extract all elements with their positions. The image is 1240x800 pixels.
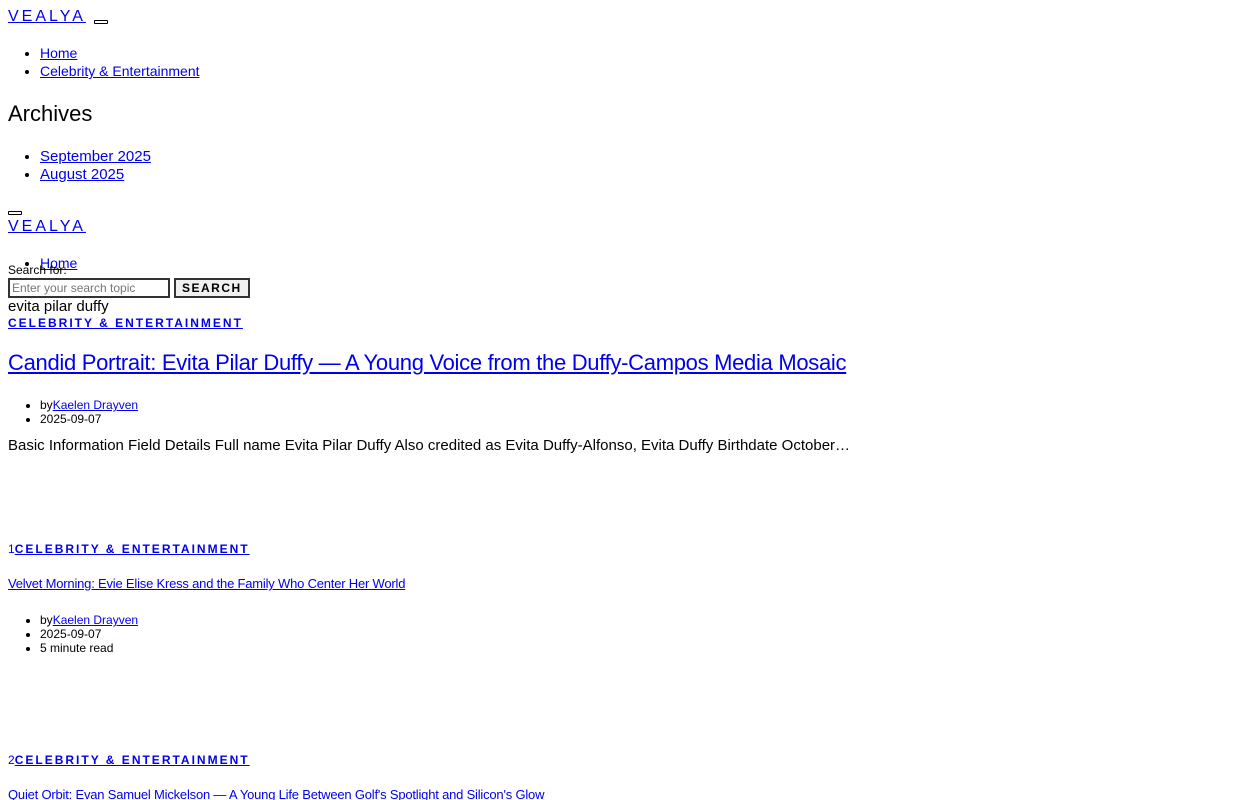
- nav-link-home[interactable]: Home: [40, 45, 77, 61]
- hero-title-link[interactable]: Candid Portrait: Evita Pilar Duffy — A Y…: [8, 350, 847, 375]
- post-1-author-link[interactable]: Kaelen Drayven: [53, 613, 138, 627]
- hero-image-broken[interactable]: evita pilar duffy: [8, 298, 109, 316]
- hero-meta: byKaelen Drayven 2025-09-07: [0, 398, 138, 426]
- post-1-title-link[interactable]: Velvet Morning: Evie Elise Kress and the…: [8, 576, 405, 592]
- hero-category-link[interactable]: CELEBRITY & ENTERTAINMENT: [8, 316, 243, 330]
- post-1-header: 1CELEBRITY & ENTERTAINMENT: [8, 540, 250, 558]
- nav-item-home: Home: [40, 44, 200, 62]
- archives-heading: Archives: [8, 101, 93, 126]
- main-nav: Home Celebrity & Entertainment: [0, 44, 200, 80]
- search-button[interactable]: SEARCH: [174, 278, 250, 298]
- post-number: 2: [8, 753, 15, 767]
- by-label: by: [40, 398, 53, 412]
- menu-toggle-button[interactable]: [94, 20, 108, 24]
- post-1-category-link[interactable]: CELEBRITY & ENTERTAINMENT: [15, 542, 250, 556]
- post-2-header: 2CELEBRITY & ENTERTAINMENT: [8, 751, 250, 769]
- archive-item: September 2025: [40, 148, 151, 166]
- archives-list: September 2025 August 2025: [0, 148, 151, 184]
- post-1-author-item: byKaelen Drayven: [40, 613, 138, 627]
- archive-link-august-2025[interactable]: August 2025: [40, 166, 124, 183]
- post-1-date: 2025-09-07: [40, 627, 138, 641]
- site-header: VEALYA: [8, 8, 86, 26]
- search-form: SEARCH: [8, 278, 250, 298]
- hero-author-link[interactable]: Kaelen Drayven: [53, 398, 138, 412]
- post-2-category-link[interactable]: CELEBRITY & ENTERTAINMENT: [15, 753, 250, 767]
- nav-item-celebrity: Celebrity & Entertainment: [40, 62, 200, 80]
- hero-date: 2025-09-07: [40, 412, 138, 426]
- search-input[interactable]: [8, 278, 170, 298]
- post-2-title-link[interactable]: Quiet Orbit: Evan Samuel Mickelson — A Y…: [8, 787, 544, 800]
- hero-excerpt: Basic Information Field Details Full nam…: [8, 437, 851, 454]
- post-1-read-time: 5 minute read: [40, 641, 138, 655]
- nav-link-celebrity[interactable]: Celebrity & Entertainment: [40, 63, 200, 79]
- hero-author-item: byKaelen Drayven: [40, 398, 138, 412]
- hero-title: Candid Portrait: Evita Pilar Duffy — A Y…: [8, 350, 847, 376]
- site-logo-secondary[interactable]: VEALYA: [8, 218, 86, 235]
- menu-toggle-button-secondary[interactable]: [8, 211, 22, 215]
- site-header-secondary: VEALYA: [8, 218, 86, 236]
- site-logo[interactable]: VEALYA: [8, 8, 86, 25]
- search-label: Search for:: [8, 263, 67, 277]
- post-1-meta: byKaelen Drayven 2025-09-07 5 minute rea…: [0, 613, 138, 655]
- archive-item: August 2025: [40, 166, 151, 184]
- post-number: 1: [8, 542, 15, 556]
- by-label: by: [40, 613, 53, 627]
- archive-link-september-2025[interactable]: September 2025: [40, 148, 151, 165]
